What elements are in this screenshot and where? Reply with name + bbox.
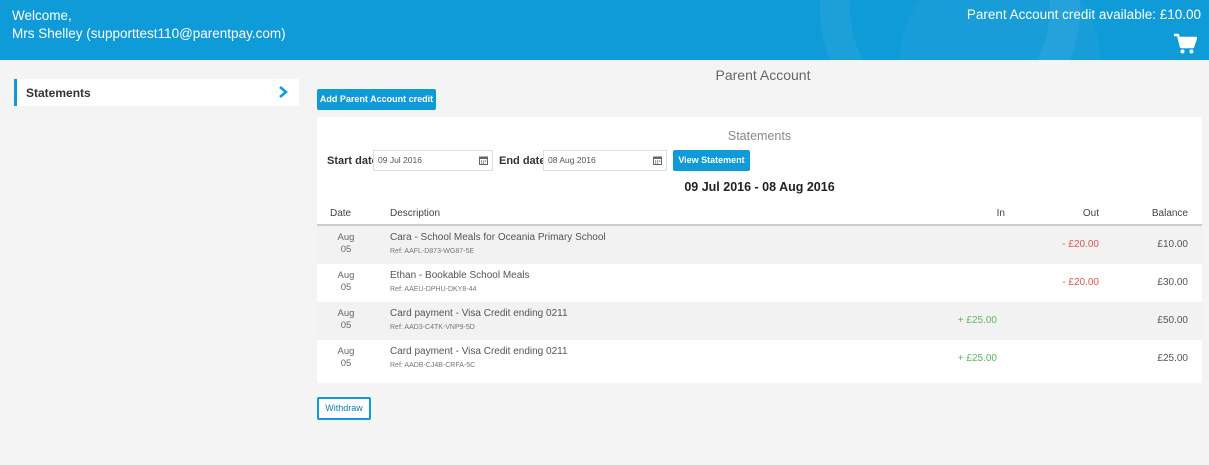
row-reference: Ref: AAEU-DPHU-DKY8-44 <box>390 286 477 293</box>
row-description: Ethan - Bookable School Meals <box>390 270 530 281</box>
row-in: + £25.00 <box>957 315 997 326</box>
withdraw-button[interactable]: Withdraw <box>317 397 371 420</box>
row-month: Aug <box>337 346 355 357</box>
column-header-balance: Balance <box>1151 208 1188 219</box>
statement-date-range: 09 Jul 2016 - 08 Aug 2016 <box>684 180 835 194</box>
column-header-date: Date <box>330 208 352 219</box>
column-header-description: Description <box>390 208 441 219</box>
top-header: Welcome, Mrs Shelley (supporttest110@par… <box>0 0 1209 60</box>
sidebar-item-label: Statements <box>26 86 91 100</box>
table-row: Aug 05 Card payment - Visa Credit ending… <box>317 340 1202 378</box>
row-month: Aug <box>337 308 355 319</box>
start-date-label: Start date <box>327 155 378 167</box>
column-header-out: Out <box>1082 208 1099 219</box>
sidebar-item-statements[interactable]: Statements <box>14 79 299 106</box>
view-statement-button[interactable]: View Statement <box>673 150 750 171</box>
statements-panel: Statements Start date 09 Jul 2016 End da… <box>317 117 1202 383</box>
table-row: Aug 05 Card payment - Visa Credit ending… <box>317 302 1202 340</box>
page-title: Parent Account <box>715 67 811 83</box>
row-out: - £20.00 <box>1062 239 1099 250</box>
row-balance: £25.00 <box>1157 353 1188 364</box>
panel-title: Statements <box>727 129 792 143</box>
row-month: Aug <box>337 232 355 243</box>
row-reference: Ref: AADB-CJ4B-CRFA-5C <box>390 362 476 369</box>
row-date: Aug 05 <box>332 270 360 294</box>
row-description: Cara - School Meals for Oceania Primary … <box>390 232 606 243</box>
end-date-value: 08 Aug 2016 <box>548 155 596 165</box>
row-month: Aug <box>337 270 355 281</box>
table-header: Date Description In Out Balance <box>317 204 1202 226</box>
row-date: Aug 05 <box>332 308 360 332</box>
row-in: + £25.00 <box>957 353 997 364</box>
start-date-input[interactable]: 09 Jul 2016 <box>373 150 493 171</box>
row-description: Card payment - Visa Credit ending 0211 <box>390 346 568 357</box>
shopping-cart-icon[interactable] <box>1173 33 1197 55</box>
welcome-label: Welcome, <box>12 8 72 23</box>
table-row: Aug 05 Cara - School Meals for Oceania P… <box>317 226 1202 264</box>
add-credit-button[interactable]: Add Parent Account credit <box>317 89 436 110</box>
chevron-right-icon <box>279 86 289 98</box>
column-header-in: In <box>996 208 1005 219</box>
row-date: Aug 05 <box>332 232 360 256</box>
calendar-icon[interactable] <box>479 156 488 165</box>
welcome-message: Welcome, Mrs Shelley (supporttest110@par… <box>12 7 286 43</box>
user-name: Mrs Shelley (supporttest110@parentpay.co… <box>12 26 286 41</box>
row-day: 05 <box>340 358 352 369</box>
row-reference: Ref: AAD3-C4TK-VNP9-5D <box>390 324 475 331</box>
row-day: 05 <box>340 320 352 331</box>
row-description: Card payment - Visa Credit ending 0211 <box>390 308 568 319</box>
row-day: 05 <box>340 282 352 293</box>
start-date-value: 09 Jul 2016 <box>378 155 422 165</box>
row-balance: £50.00 <box>1157 315 1188 326</box>
credit-available: Parent Account credit available: £10.00 <box>966 7 1201 22</box>
row-balance: £10.00 <box>1157 239 1188 250</box>
table-row: Aug 05 Ethan - Bookable School Meals Ref… <box>317 264 1202 302</box>
row-date: Aug 05 <box>332 346 360 370</box>
row-reference: Ref: AAFL-D873-WG87-5E <box>390 248 475 255</box>
end-date-label: End date <box>499 155 546 167</box>
row-balance: £30.00 <box>1157 277 1188 288</box>
row-day: 05 <box>340 244 352 255</box>
calendar-icon[interactable] <box>653 156 662 165</box>
row-out: - £20.00 <box>1062 277 1099 288</box>
end-date-input[interactable]: 08 Aug 2016 <box>543 150 667 171</box>
